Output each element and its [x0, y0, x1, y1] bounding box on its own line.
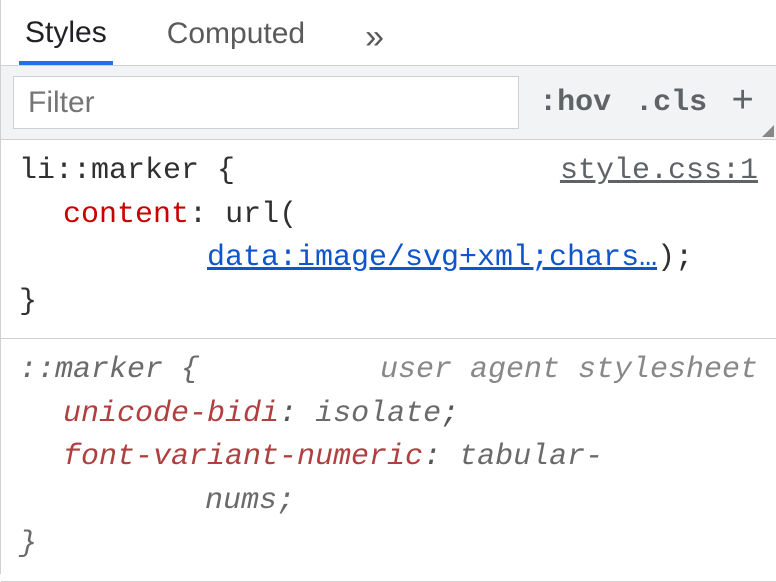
colon: :	[423, 440, 441, 474]
css-declaration[interactable]: content: url( data:image/svg+xml;chars…)…	[19, 194, 758, 281]
new-style-rule-button[interactable]: +	[731, 84, 754, 122]
close-brace: }	[19, 281, 758, 325]
hov-button[interactable]: :hov	[539, 86, 611, 120]
dropdown-indicator-icon[interactable]	[762, 125, 774, 137]
data-url-link[interactable]: data:image/svg+xml;chars…	[207, 241, 657, 275]
url-function-close: );	[657, 241, 693, 275]
css-property: font-variant-numeric	[63, 440, 423, 474]
css-value-part2: nums;	[205, 484, 295, 518]
selector-row: li::marker { style.css:1	[19, 150, 758, 194]
css-selector: li::marker	[19, 154, 199, 188]
filter-input[interactable]	[13, 76, 519, 129]
colon: :	[279, 397, 297, 431]
css-value-part1: tabular-	[459, 440, 603, 474]
selector-line[interactable]: li::marker {	[19, 150, 235, 194]
style-rule-user-agent: ::marker { user agent stylesheet unicode…	[1, 339, 776, 582]
styles-toolbar: :hov .cls +	[1, 66, 776, 140]
colon: :	[189, 198, 207, 232]
devtools-tab-strip: Styles Computed »	[1, 0, 776, 66]
css-declaration: unicode-bidi: isolate;	[19, 393, 758, 437]
css-declaration: font-variant-numeric: tabular- nums;	[19, 436, 758, 523]
filter-wrap	[1, 66, 529, 139]
css-value: isolate	[315, 397, 441, 431]
close-brace: }	[19, 523, 758, 567]
open-brace: {	[181, 353, 199, 387]
css-selector: ::marker	[19, 353, 163, 387]
style-rule: li::marker { style.css:1 content: url( d…	[1, 140, 776, 339]
css-property: unicode-bidi	[63, 397, 279, 431]
stylesheet-source-link[interactable]: style.css:1	[560, 150, 758, 194]
user-agent-label: user agent stylesheet	[380, 349, 758, 393]
selector-line: ::marker {	[19, 349, 199, 393]
toolbar-right: :hov .cls +	[529, 66, 776, 139]
url-function-open: url(	[225, 198, 297, 232]
cls-button[interactable]: .cls	[635, 86, 707, 120]
semicolon: ;	[441, 397, 459, 431]
open-brace: {	[217, 154, 235, 188]
css-property: content	[63, 198, 189, 232]
selector-row: ::marker { user agent stylesheet	[19, 349, 758, 393]
style-rules-pane: li::marker { style.css:1 content: url( d…	[1, 140, 776, 582]
tab-overflow[interactable]: »	[359, 2, 392, 63]
tab-styles[interactable]: Styles	[19, 0, 113, 65]
tab-computed[interactable]: Computed	[161, 1, 311, 64]
